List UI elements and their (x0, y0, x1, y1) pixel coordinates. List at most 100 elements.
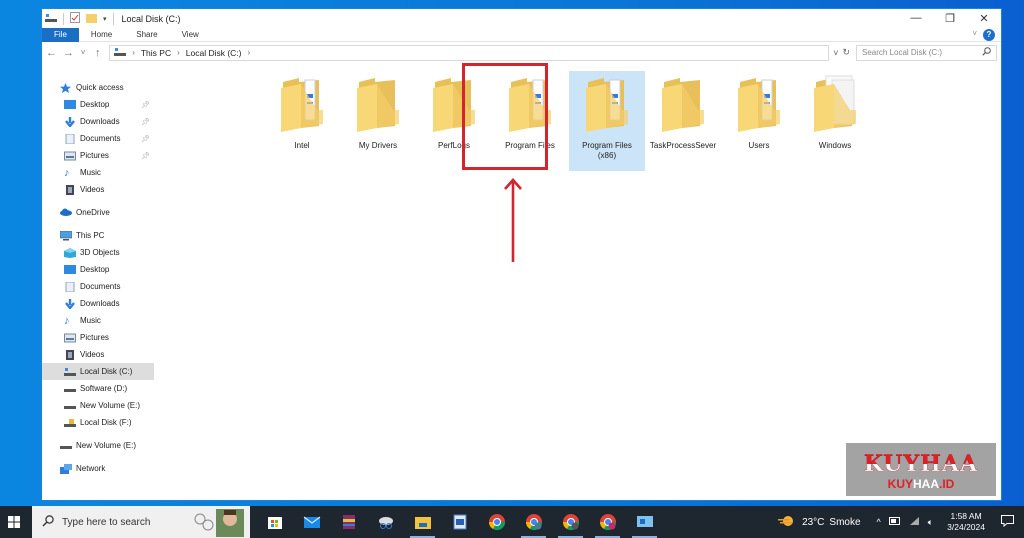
taskbar-app-file-explorer[interactable] (404, 506, 441, 538)
taskbar-app-snipping-tool[interactable] (367, 506, 404, 538)
taskbar-app-mail[interactable] (293, 506, 330, 538)
refresh-icon[interactable]: ↻ (842, 47, 850, 58)
search-placeholder: Search Local Disk (C:) (862, 48, 943, 57)
minimize-button[interactable]: — (899, 9, 933, 27)
tab-home[interactable]: Home (79, 28, 124, 42)
clock-time: 1:58 AM (950, 511, 982, 521)
microsoft-store-icon (267, 517, 282, 529)
tab-share[interactable]: Share (124, 28, 169, 42)
sidebar-item-onedrive[interactable]: OneDrive (42, 204, 154, 221)
search-icon (982, 47, 991, 58)
network-wifi-icon[interactable] (909, 516, 920, 528)
taskbar-app-chrome[interactable] (478, 506, 515, 538)
pin-icon[interactable]: 📌︎ (141, 101, 150, 109)
weather-icon[interactable] (778, 515, 794, 529)
customize-toolbar-icon[interactable]: ▾ (103, 15, 107, 23)
sidebar-item-desktop[interactable]: Desktop (42, 261, 154, 278)
sidebar-label: Music (80, 316, 101, 325)
sidebar-item-music[interactable]: ♪ Music (42, 312, 154, 329)
taskbar-app-chrome-k[interactable] (589, 506, 626, 538)
windows-logo-icon (8, 516, 20, 528)
weather-condition[interactable]: Smoke (829, 517, 860, 528)
pin-icon[interactable]: 📌︎ (141, 135, 150, 143)
sidebar-label: Documents (80, 282, 121, 291)
sidebar-item-network[interactable]: Network (42, 460, 154, 477)
file-list: Intel My Drivers PerfLogs Program Files Prog… (154, 65, 1001, 500)
sidebar-label: 3D Objects (80, 248, 120, 257)
sidebar-item-qa-music[interactable]: ♪ Music (42, 164, 154, 181)
taskbar-app-word-document[interactable] (441, 506, 478, 538)
notifications-icon[interactable] (1001, 515, 1014, 529)
sidebar-item-local-disk-c[interactable]: Local Disk (C:) (42, 363, 154, 380)
folder-item[interactable]: Program Files (x86) (569, 71, 645, 171)
sidebar-item-this-pc[interactable]: This PC (42, 227, 154, 244)
breadcrumb-this-pc[interactable]: This PC (141, 48, 171, 58)
sidebar-item-new-volume-e-root[interactable]: New Volume (E:) (42, 437, 154, 454)
sidebar-item-new-volume-e[interactable]: New Volume (E:) (42, 397, 154, 414)
folder-icon (721, 71, 797, 133)
recent-locations-button[interactable]: ˅ (80, 48, 86, 57)
sidebar-item-software-d[interactable]: Software (D:) (42, 380, 154, 397)
sidebar-item-downloads[interactable]: Downloads (42, 295, 154, 312)
folder-name: Users (748, 141, 770, 150)
sidebar-label: Downloads (80, 299, 120, 308)
volume-icon[interactable]: 🔈︎ (928, 517, 933, 528)
search-icon (42, 514, 54, 530)
help-icon[interactable]: ? (983, 29, 995, 41)
tab-view[interactable]: View (170, 28, 211, 42)
pictures-icon (64, 151, 76, 161)
sidebar-label: Desktop (80, 265, 110, 274)
start-button[interactable] (0, 506, 28, 538)
taskbar-app-remote-desktop[interactable] (626, 506, 663, 538)
folder-item[interactable]: Users (721, 71, 797, 161)
taskbar-app-chrome-a[interactable] (515, 506, 552, 538)
sidebar-item-qa-downloads[interactable]: Downloads 📌︎ (42, 113, 154, 130)
search-input[interactable]: Search Local Disk (C:) (856, 44, 997, 61)
search-placeholder: Type here to search (62, 516, 151, 528)
sidebar-item-qa-desktop[interactable]: Desktop 📌︎ (42, 96, 154, 113)
sidebar-item-local-disk-f[interactable]: Local Disk (F:) (42, 414, 154, 431)
close-button[interactable]: ✕ (967, 9, 1001, 27)
separator (63, 12, 64, 25)
pin-icon[interactable]: 📌︎ (141, 118, 150, 126)
taskbar-app-winrar[interactable] (330, 506, 367, 538)
battery-icon[interactable] (888, 517, 901, 527)
tab-file[interactable]: File (42, 27, 79, 42)
3d-objects-icon (64, 247, 76, 258)
taskbar-app-microsoft-store[interactable] (256, 506, 293, 538)
expand-ribbon-icon[interactable]: ˅ (972, 29, 977, 38)
breadcrumb[interactable]: › This PC › Local Disk (C:) › (109, 44, 830, 61)
snipping-tool-icon (378, 517, 393, 529)
sidebar-item-qa-documents[interactable]: Documents 📌︎ (42, 130, 154, 147)
back-button[interactable]: ← (46, 47, 57, 59)
folder-item[interactable]: TaskProcessSever (645, 71, 721, 161)
up-button[interactable]: ↑ (92, 47, 103, 59)
folder-item[interactable]: Intel (264, 71, 340, 161)
chrome-k-icon (599, 514, 616, 531)
sidebar-label: Videos (80, 185, 105, 194)
folder-item[interactable]: My Drivers (340, 71, 416, 161)
weather-temp[interactable]: 23°C (802, 517, 824, 528)
ribbon-tabs: File Home Share View ˅ ? (42, 27, 1001, 42)
clock[interactable]: 1:58 AM 3/24/2024 (947, 511, 985, 533)
show-hidden-icons-icon[interactable]: ^ (877, 517, 881, 527)
sidebar-item-quick-access[interactable]: Quick access (42, 79, 154, 96)
folder-item[interactable]: Windows (797, 71, 873, 161)
sidebar-item-qa-videos[interactable]: Videos (42, 181, 154, 198)
chrome-icon (488, 514, 505, 531)
forward-button[interactable]: → (63, 47, 74, 59)
address-dropdown-icon[interactable]: ˅ (833, 48, 838, 58)
sidebar-item-qa-pictures[interactable]: Pictures 📌︎ (42, 147, 154, 164)
taskbar-search-box[interactable]: Type here to search (32, 506, 250, 538)
folder-icon (569, 71, 645, 133)
properties-icon[interactable] (70, 12, 80, 25)
taskbar-app-chrome-b[interactable] (552, 506, 589, 538)
new-folder-icon[interactable] (86, 13, 97, 25)
pin-icon[interactable]: 📌︎ (141, 152, 150, 160)
sidebar-item-pictures[interactable]: Pictures (42, 329, 154, 346)
sidebar-item-3d-objects[interactable]: 3D Objects (42, 244, 154, 261)
breadcrumb-local-disk[interactable]: Local Disk (C:) (186, 48, 242, 58)
maximize-button[interactable]: ❐ (933, 9, 967, 27)
sidebar-item-videos[interactable]: Videos (42, 346, 154, 363)
sidebar-item-documents[interactable]: Documents (42, 278, 154, 295)
